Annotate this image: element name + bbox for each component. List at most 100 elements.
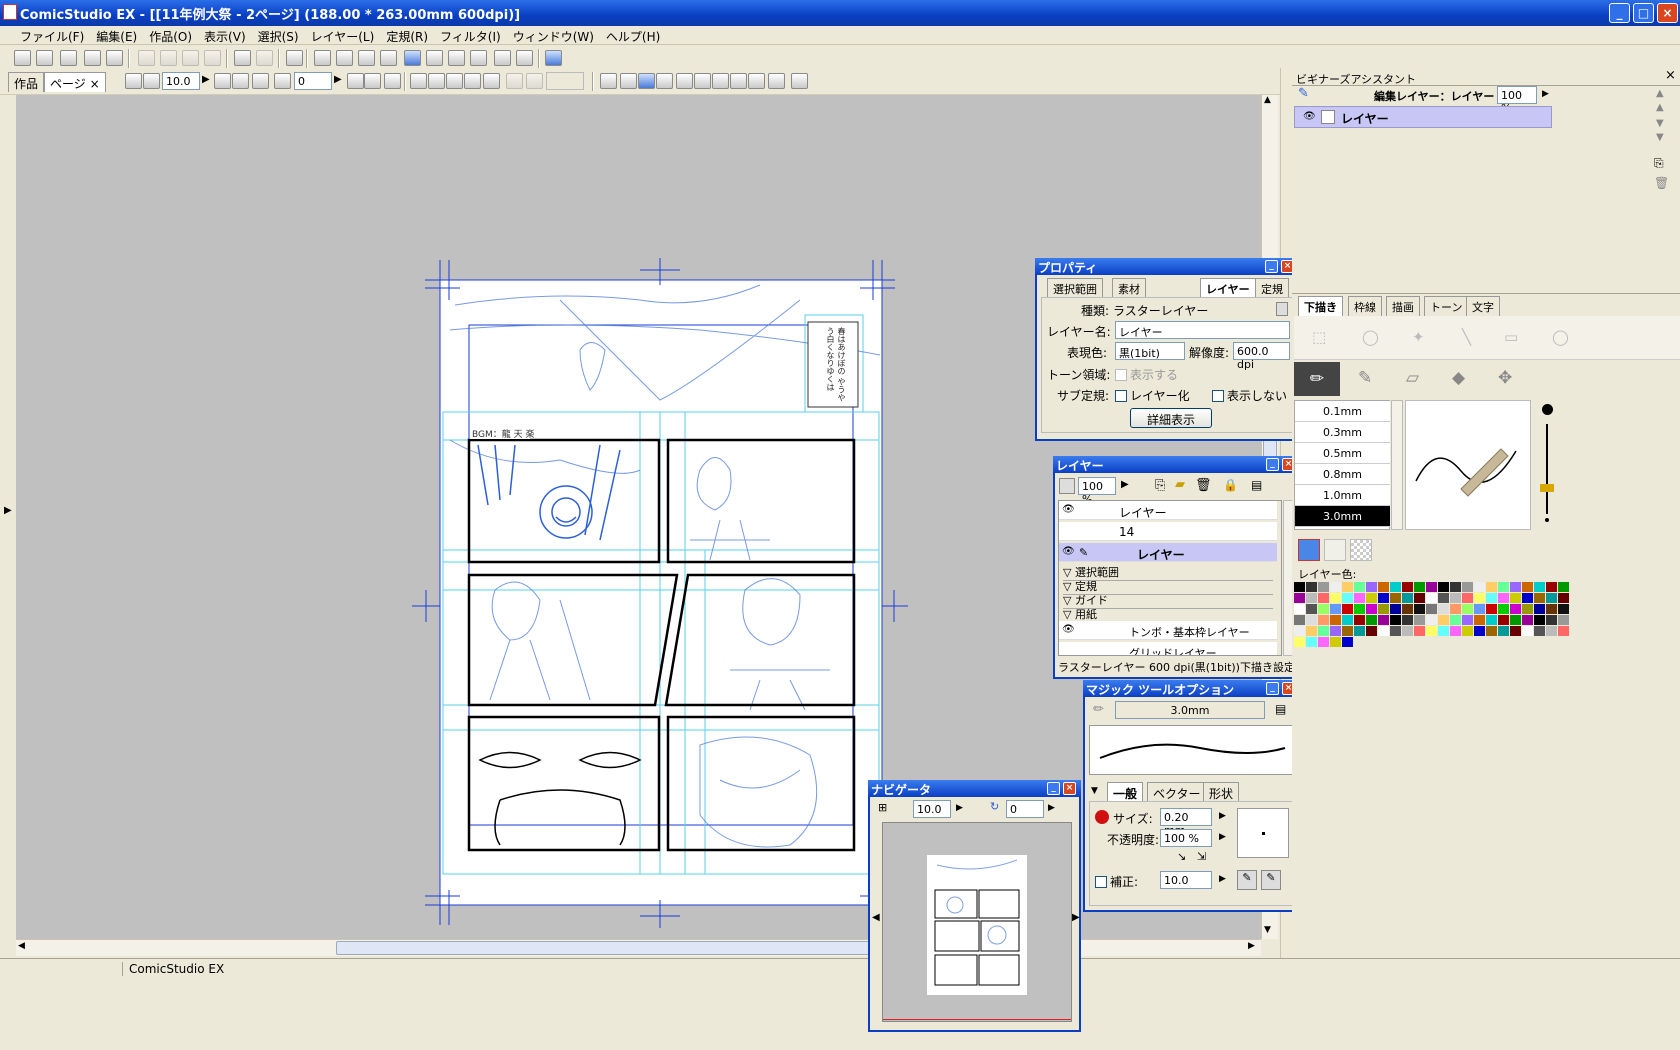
layer-row[interactable]: 👁 レイヤー: [1059, 501, 1277, 520]
cut-icon[interactable]: [138, 50, 155, 66]
palette-swatch[interactable]: [1366, 593, 1377, 603]
new-work-icon[interactable]: [36, 50, 53, 66]
in-out2-icon[interactable]: ⇲: [1197, 850, 1206, 863]
undo-icon[interactable]: [234, 50, 251, 66]
open-icon[interactable]: [60, 50, 77, 66]
snap-guide-icon[interactable]: [464, 73, 481, 89]
menu-work[interactable]: 作品(O): [143, 26, 198, 45]
pressure-icon[interactable]: [1095, 810, 1109, 824]
nav-right-icon[interactable]: ▶: [1072, 912, 1080, 923]
color-palette[interactable]: [1294, 582, 1570, 648]
layerize-checkbox[interactable]: レイヤー化: [1115, 387, 1190, 404]
menu-file[interactable]: ファイル(F): [0, 26, 90, 45]
snap-icon[interactable]: [410, 73, 427, 89]
copy-icon[interactable]: [160, 50, 177, 66]
maximize-button[interactable]: □: [1633, 3, 1654, 23]
palette-swatch[interactable]: [1342, 604, 1353, 614]
page-settings-icon[interactable]: [336, 50, 353, 66]
palette-swatch[interactable]: [1354, 593, 1365, 603]
palette-swatch[interactable]: [1462, 582, 1473, 592]
parallel-icon[interactable]: [694, 73, 711, 89]
menu-filter[interactable]: フィルタ(I): [434, 26, 507, 45]
menu-layer[interactable]: レイヤー(L): [305, 26, 381, 45]
palette-swatch[interactable]: [1318, 615, 1329, 625]
layer-opacity-input[interactable]: 100 %: [1078, 477, 1116, 506]
palette-swatch[interactable]: [1378, 615, 1389, 625]
palette-swatch[interactable]: [1306, 626, 1317, 636]
selection-show-icon[interactable]: [506, 73, 523, 89]
nav-rotate-icon[interactable]: ↻: [990, 800, 999, 813]
close-button[interactable]: ×: [1657, 3, 1678, 23]
palette-swatch[interactable]: [1438, 626, 1449, 636]
navigator-preview[interactable]: [882, 822, 1072, 1022]
resolution-value[interactable]: 600.0 dpi: [1233, 342, 1290, 371]
perspective-icon[interactable]: [620, 73, 637, 89]
move-icon[interactable]: ✥: [1498, 368, 1512, 388]
palette-swatch[interactable]: [1294, 604, 1305, 614]
zoom-input[interactable]: 10.0: [162, 72, 200, 90]
palette-swatch[interactable]: [1414, 604, 1425, 614]
actual-size-icon[interactable]: [252, 73, 269, 89]
palette-swatch[interactable]: [1522, 626, 1533, 636]
preview-icon[interactable]: [380, 50, 397, 66]
minimize-button[interactable]: _: [1609, 3, 1630, 23]
new-page-icon[interactable]: [14, 50, 31, 66]
size-option[interactable]: 1.0mm: [1295, 485, 1390, 506]
tab-layer[interactable]: レイヤー: [1200, 278, 1256, 298]
layer-menu-icon[interactable]: ▤: [1251, 478, 1262, 492]
palette-swatch[interactable]: [1366, 626, 1377, 636]
scroll-right-icon[interactable]: ▶: [1248, 941, 1255, 951]
eye-icon[interactable]: 👁: [1062, 547, 1075, 557]
flip-vertical-icon[interactable]: [384, 73, 401, 89]
properties-minimize-button[interactable]: _: [1265, 260, 1278, 273]
palette-swatch[interactable]: [1390, 615, 1401, 625]
palette-swatch[interactable]: [1558, 604, 1569, 614]
palette-swatch[interactable]: [1354, 615, 1365, 625]
properties-titlebar[interactable]: プロパティ _ ×: [1035, 258, 1299, 275]
palette-swatch[interactable]: [1474, 593, 1485, 603]
snap-grid-icon[interactable]: [446, 73, 463, 89]
palette-swatch[interactable]: [1318, 604, 1329, 614]
palette-swatch[interactable]: [1510, 604, 1521, 614]
palette-swatch[interactable]: [1390, 604, 1401, 614]
layer-name-input[interactable]: レイヤー: [1115, 321, 1290, 339]
palette-swatch[interactable]: [1558, 615, 1569, 625]
palette-swatch[interactable]: [1558, 626, 1569, 636]
layer-row-selected[interactable]: 👁 ✎ レイヤー: [1059, 543, 1277, 562]
layers-titlebar[interactable]: レイヤー _ ×: [1053, 456, 1300, 473]
page-layout-icon[interactable]: [314, 50, 331, 66]
palette-swatch[interactable]: [1294, 626, 1305, 636]
line-icon[interactable]: ╲: [1462, 328, 1471, 346]
palette-swatch[interactable]: [1534, 615, 1545, 625]
palette-swatch[interactable]: [1330, 615, 1341, 625]
layer-icon[interactable]: [494, 50, 511, 66]
menu-view[interactable]: 表示(V): [198, 26, 252, 45]
palette-swatch[interactable]: [1294, 582, 1305, 592]
correction-checkbox[interactable]: 補正:: [1095, 873, 1138, 890]
scroll-up-icon[interactable]: ▲: [1264, 95, 1271, 105]
nav-left-icon[interactable]: ◀: [872, 912, 880, 923]
size-option-selected[interactable]: 3.0mm: [1295, 506, 1390, 527]
size-option[interactable]: 0.3mm: [1295, 422, 1390, 443]
scroll-down-icon[interactable]: ▼: [1264, 925, 1271, 935]
size-option[interactable]: 0.5mm: [1295, 443, 1390, 464]
opacity-arrow-icon[interactable]: ▶: [1219, 832, 1226, 842]
palette-swatch[interactable]: [1354, 626, 1365, 636]
layer-color-swatch[interactable]: [1298, 539, 1320, 561]
move-down2-icon[interactable]: ▼: [1656, 132, 1664, 143]
magic-minimize-button[interactable]: _: [1266, 682, 1279, 695]
palette-swatch[interactable]: [1498, 593, 1509, 603]
palette-swatch[interactable]: [1474, 604, 1485, 614]
save-icon[interactable]: [84, 50, 101, 66]
palette-swatch[interactable]: [1438, 593, 1449, 603]
tab-general[interactable]: 一般: [1107, 782, 1144, 802]
palette-swatch[interactable]: [1294, 593, 1305, 603]
palette-swatch[interactable]: [1558, 593, 1569, 603]
rotate-reset-icon[interactable]: [347, 73, 364, 89]
palette-swatch[interactable]: [1342, 637, 1353, 647]
assistant-opacity-arrow-icon[interactable]: ▶: [1542, 89, 1549, 99]
menu-help[interactable]: ヘルプ(H): [600, 26, 666, 45]
nav-rotate-arrow-icon[interactable]: ▶: [1048, 803, 1055, 813]
palette-swatch[interactable]: [1318, 593, 1329, 603]
size-option[interactable]: 0.1mm: [1295, 401, 1390, 422]
